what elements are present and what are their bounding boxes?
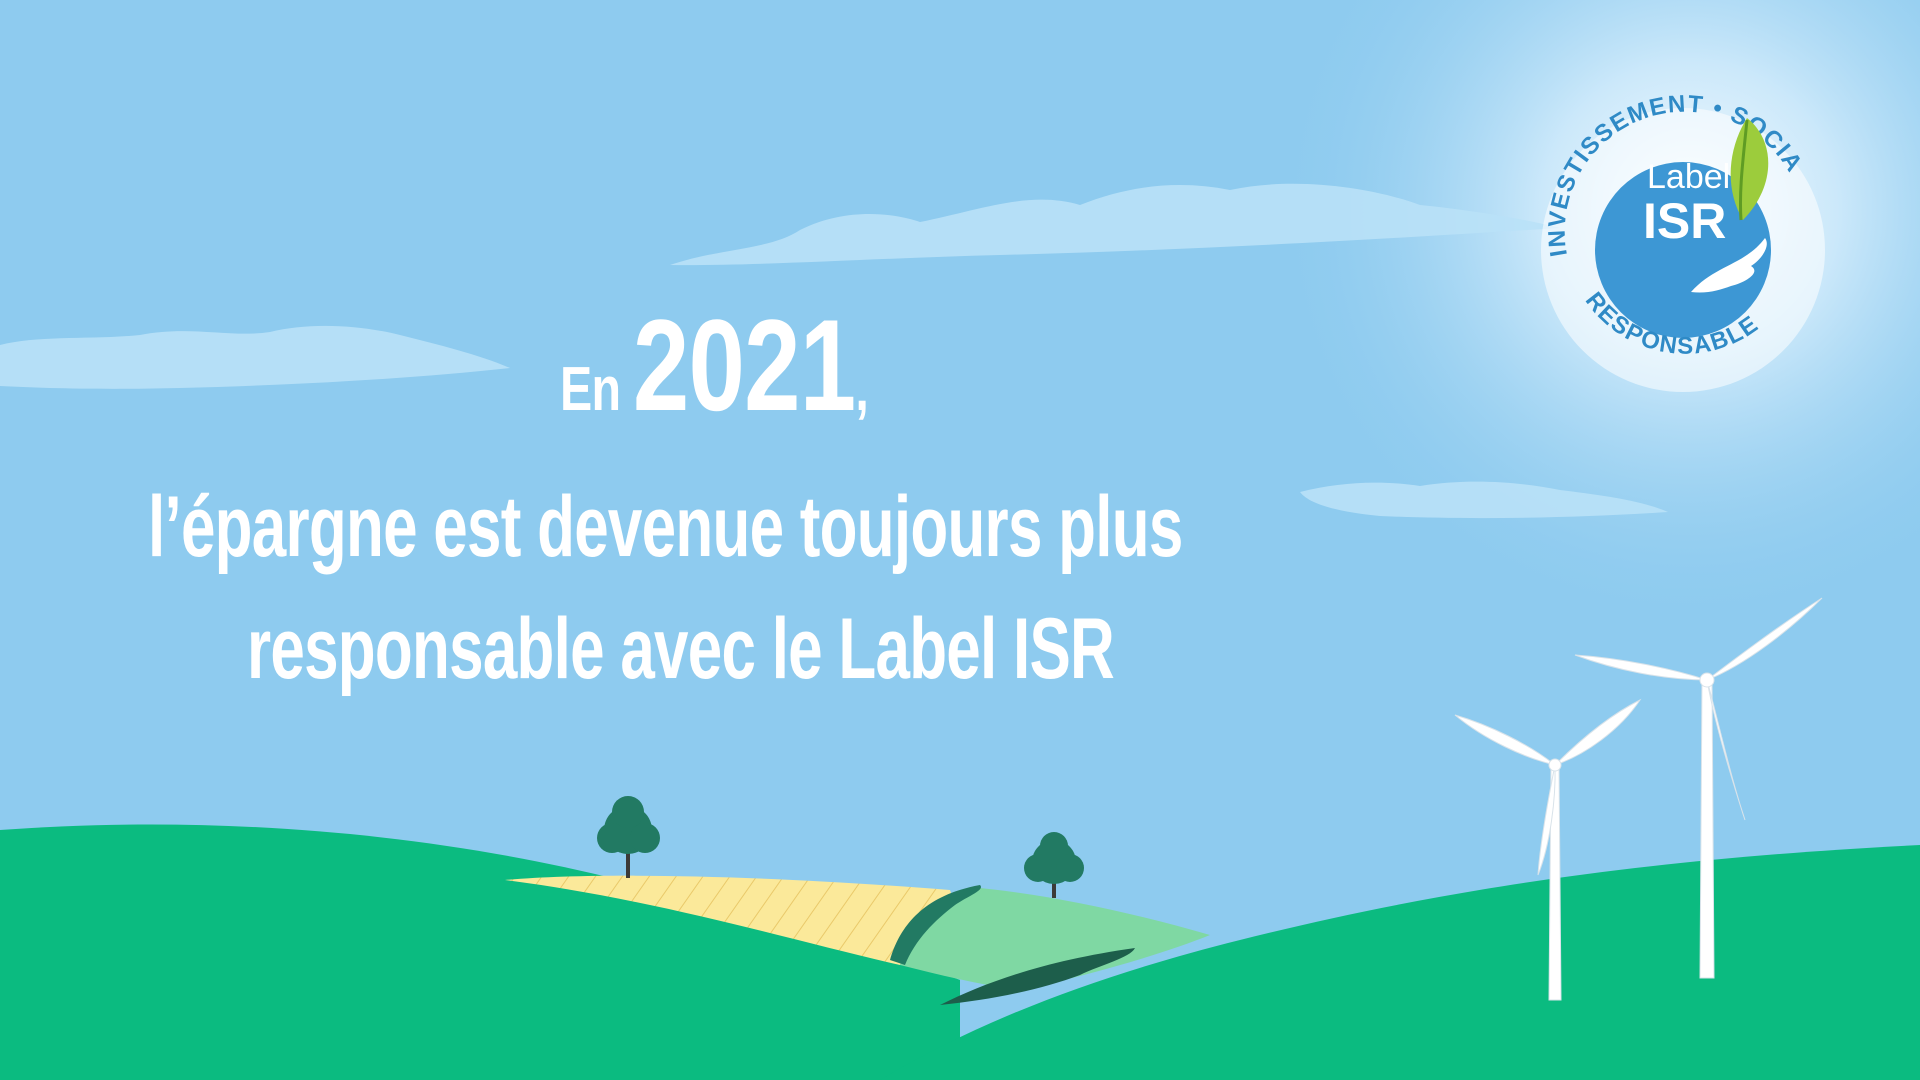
logo-label-big: ISR <box>1643 193 1726 249</box>
label-isr-logo: INVESTISSEMENT • SOCIALEMENT RESPONSABLE… <box>1504 39 1855 400</box>
logo-label-small: Label <box>1647 158 1730 196</box>
